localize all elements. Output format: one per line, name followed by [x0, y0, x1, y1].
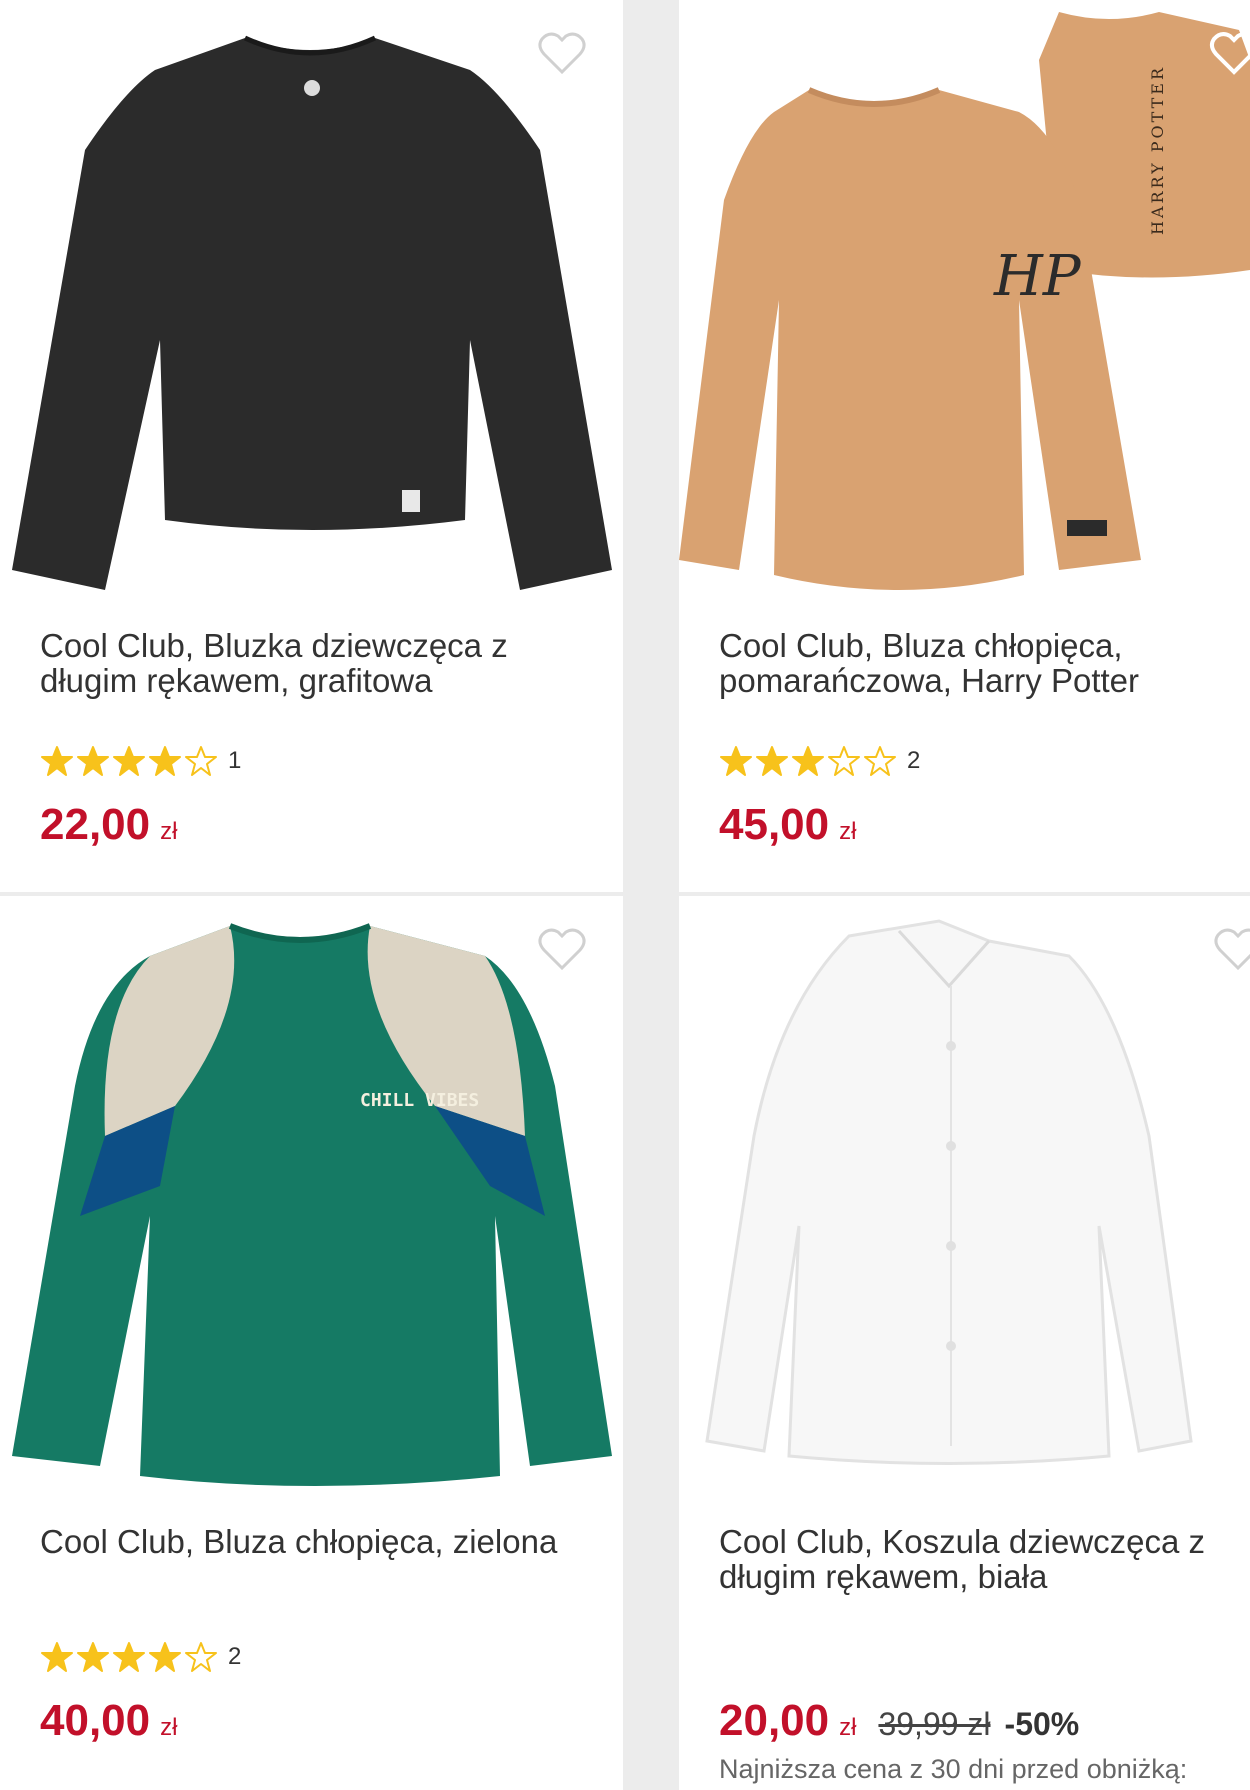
star-outline-icon — [184, 744, 218, 778]
star-filled-icon — [791, 744, 825, 778]
rating: 2 — [40, 1640, 241, 1674]
star-filled-icon — [40, 1640, 74, 1674]
print-logo: HP — [993, 244, 1082, 309]
price-currency: zł — [160, 1714, 178, 1741]
green-sweatshirt-image[interactable]: CHILL VIBES — [0, 896, 623, 1516]
rating-count: 2 — [907, 747, 921, 774]
heart-outline-icon[interactable] — [537, 30, 587, 76]
star-filled-icon — [719, 744, 753, 778]
price-currency: zł — [839, 818, 857, 845]
star-filled-icon — [112, 744, 146, 778]
heart-outline-icon[interactable] — [1209, 30, 1250, 76]
star-outline-icon — [827, 744, 861, 778]
old-price: 39,99 zł — [878, 1706, 991, 1742]
rating: 2 — [719, 744, 920, 778]
price-currency: zł — [839, 1714, 857, 1741]
discount-badge: -50% — [1004, 1706, 1080, 1742]
product-card[interactable]: CHILL VIBES Cool Club, Bluza chłopięca, … — [0, 896, 623, 1790]
orange-harry-potter-sweatshirt-image[interactable]: HARRY POTTER HP — [679, 0, 1250, 620]
rating-count: 2 — [228, 1643, 242, 1670]
print-text: CHILL VIBES — [360, 1090, 479, 1111]
black-longsleeve-top-image[interactable] — [0, 0, 623, 620]
star-filled-icon — [148, 1640, 182, 1674]
price: 45,00 zł — [719, 800, 856, 850]
star-filled-icon — [148, 744, 182, 778]
price-value: 45,00 — [719, 800, 830, 849]
price: 22,00 zł — [40, 800, 177, 850]
price-value: 40,00 — [40, 1696, 151, 1745]
product-title[interactable]: Cool Club, Koszula dziewczęca z długim r… — [719, 1524, 1239, 1594]
price-value: 22,00 — [40, 800, 151, 849]
star-filled-icon — [76, 744, 110, 778]
product-card[interactable]: HARRY POTTER HP Cool Club, Bluza chłopię… — [679, 0, 1250, 892]
heart-outline-icon[interactable] — [1213, 926, 1250, 972]
product-card[interactable]: Cool Club, Bluzka dziewczęca z długim rę… — [0, 0, 623, 892]
print-text: HARRY POTTER — [1148, 65, 1167, 235]
star-filled-icon — [76, 1640, 110, 1674]
white-shirt-image[interactable] — [679, 896, 1250, 1516]
star-outline-icon — [184, 1640, 218, 1674]
rating: 1 — [40, 744, 241, 778]
star-filled-icon — [755, 744, 789, 778]
star-outline-icon — [863, 744, 897, 778]
star-filled-icon — [112, 1640, 146, 1674]
product-title[interactable]: Cool Club, Bluza chłopięca, pomarańczowa… — [719, 628, 1239, 698]
price: 40,00 zł — [40, 1696, 177, 1746]
price-value: 20,00 — [719, 1696, 830, 1745]
product-title[interactable]: Cool Club, Bluza chłopięca, zielona — [40, 1524, 560, 1559]
product-card[interactable]: Cool Club, Koszula dziewczęca z długim r… — [679, 896, 1250, 1790]
product-title[interactable]: Cool Club, Bluzka dziewczęca z długim rę… — [40, 628, 560, 698]
price: 20,00 zł 39,99 zł -50% — [719, 1696, 1079, 1746]
price-currency: zł — [160, 818, 178, 845]
lowest-price-note: Najniższa cena z 30 dni przed obniżką: — [719, 1754, 1188, 1784]
heart-outline-icon[interactable] — [537, 926, 587, 972]
rating-count: 1 — [228, 747, 242, 774]
star-filled-icon — [40, 744, 74, 778]
